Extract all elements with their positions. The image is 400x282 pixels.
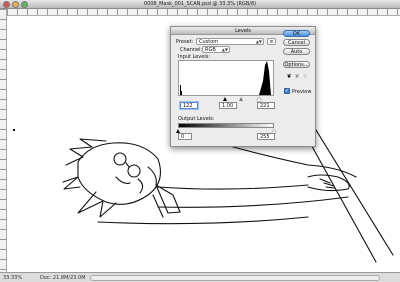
white-eyedropper-icon[interactable]: ❦ [302, 73, 308, 80]
output-black-field[interactable]: 0 [178, 133, 192, 140]
channel-label: Channel: [180, 47, 203, 53]
preview-label: Preview [292, 89, 312, 95]
ok-button[interactable]: OK [283, 30, 310, 37]
histogram-graph [180, 61, 271, 95]
preview-checkbox[interactable]: ✓ [284, 88, 290, 94]
output-white-field[interactable]: 255 [257, 133, 275, 140]
select-arrows-icon: ▲▼ [255, 39, 262, 44]
input-black-slider[interactable] [223, 97, 227, 101]
preset-options-button[interactable]: ≡ [267, 38, 276, 45]
output-levels-label: Output Levels: [178, 116, 215, 122]
histogram [178, 60, 274, 96]
preset-label: Preset: [176, 39, 194, 45]
input-white-field[interactable]: 221 [257, 102, 275, 109]
channel-select[interactable]: RGB ▲▼ [202, 46, 230, 53]
zoom-level[interactable]: 33.33% [3, 275, 22, 281]
channel-value: RGB [205, 47, 216, 53]
horizontal-ruler [7, 9, 400, 16]
input-gamma-field[interactable]: 1.00 [219, 102, 237, 109]
select-arrows-icon: ▲▼ [221, 47, 228, 52]
input-black-field[interactable]: 122 [180, 102, 198, 109]
output-gradient-bar [178, 123, 274, 128]
horizontal-scrollbar[interactable] [90, 275, 380, 281]
levels-dialog: Levels Preset: Custom ▲▼ ≡ Channel: RGB … [170, 26, 316, 147]
input-gamma-slider[interactable] [239, 97, 243, 101]
checkmark-icon: ✓ [285, 88, 290, 94]
document-title: 0008_Mask_001_SCAN.psd @ 33.3% (RGB/8) [143, 1, 257, 7]
black-eyedropper-icon[interactable]: ❦ [286, 73, 292, 80]
preset-value: Custom [199, 39, 219, 45]
auto-button[interactable]: Auto [283, 48, 310, 55]
document-titlebar[interactable]: 0008_Mask_001_SCAN.psd @ 33.3% (RGB/8) [0, 0, 400, 9]
document-size[interactable]: Doc: 21.8M/23.0M [40, 275, 86, 281]
vertical-ruler [0, 9, 7, 272]
gray-eyedropper-icon[interactable]: ❦ [294, 73, 300, 80]
cancel-button[interactable]: Cancel [283, 39, 310, 46]
options-button[interactable]: Options... [283, 61, 310, 68]
status-bar: 33.33% Doc: 21.8M/23.0M [0, 272, 400, 282]
preset-select[interactable]: Custom ▲▼ [196, 38, 264, 45]
input-white-slider[interactable] [257, 97, 261, 101]
options-icon: ≡ [269, 39, 274, 45]
